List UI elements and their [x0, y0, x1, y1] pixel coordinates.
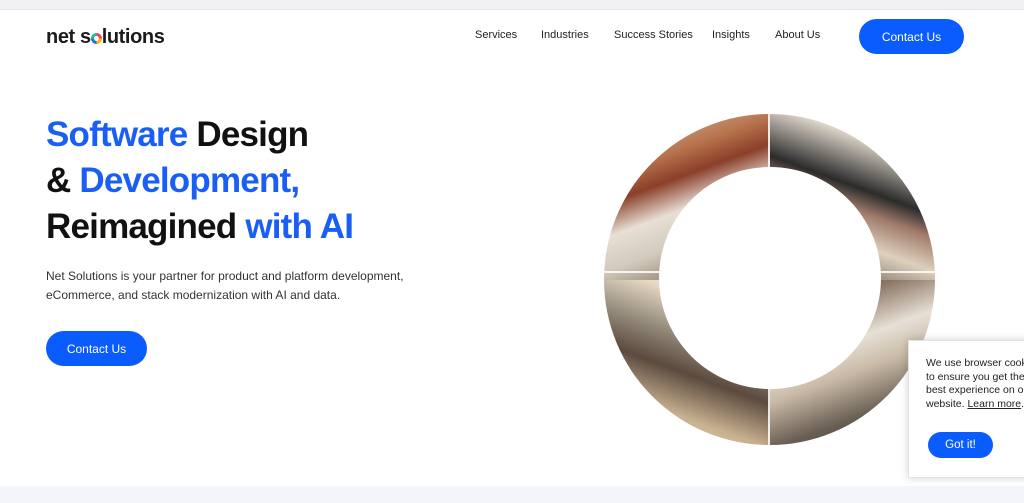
ring-center	[659, 167, 881, 389]
hero-title-design: Design	[187, 115, 309, 154]
cookie-line2: to ensure you get the	[926, 370, 1024, 383]
cookie-learn-more-link[interactable]: Learn more	[967, 398, 1021, 410]
hero-subtitle-line1: Net Solutions is your partner for produc…	[46, 269, 404, 283]
nav-industries[interactable]: Industries	[541, 29, 589, 41]
nav-about-us[interactable]: About Us	[775, 29, 820, 41]
logo-text-end: lutions	[101, 26, 165, 48]
cookie-banner: We use browser cook to ensure you get th…	[908, 340, 1024, 478]
nav-insights[interactable]: Insights	[712, 29, 750, 41]
hero-title-reimagined: Reimagined	[46, 207, 246, 246]
hero-title-development: Development,	[79, 161, 300, 200]
hero-title-software: Software	[46, 115, 188, 154]
hero-title: Software Design & Development, Reimagine…	[46, 112, 354, 250]
hero-subtitle: Net Solutions is your partner for produc…	[46, 267, 426, 305]
hero-ring-image	[604, 114, 935, 445]
browser-top-strip	[0, 0, 1024, 10]
cookie-line3: best experience on ou	[926, 384, 1024, 396]
logo-text-start: net s	[46, 26, 91, 48]
next-section-edge	[0, 486, 1024, 503]
hero-title-with-ai: with AI	[245, 207, 354, 246]
cookie-message: We use browser cook to ensure you get th…	[926, 357, 1024, 411]
nav-success-stories[interactable]: Success Stories	[614, 29, 693, 41]
cookie-line1: We use browser cook	[926, 357, 1024, 369]
hero-title-amp: &	[46, 161, 80, 200]
header-contact-button[interactable]: Contact Us	[859, 19, 964, 54]
cookie-line4: website.	[926, 397, 968, 410]
hero-contact-button[interactable]: Contact Us	[46, 331, 147, 366]
logo-o-mark-icon	[90, 33, 102, 44]
logo[interactable]: net s lutions	[46, 26, 165, 49]
cookie-accept-button[interactable]: Got it!	[928, 432, 993, 458]
nav-services[interactable]: Services	[475, 29, 517, 41]
hero-subtitle-line2: eCommerce, and stack modernization with …	[46, 288, 341, 302]
